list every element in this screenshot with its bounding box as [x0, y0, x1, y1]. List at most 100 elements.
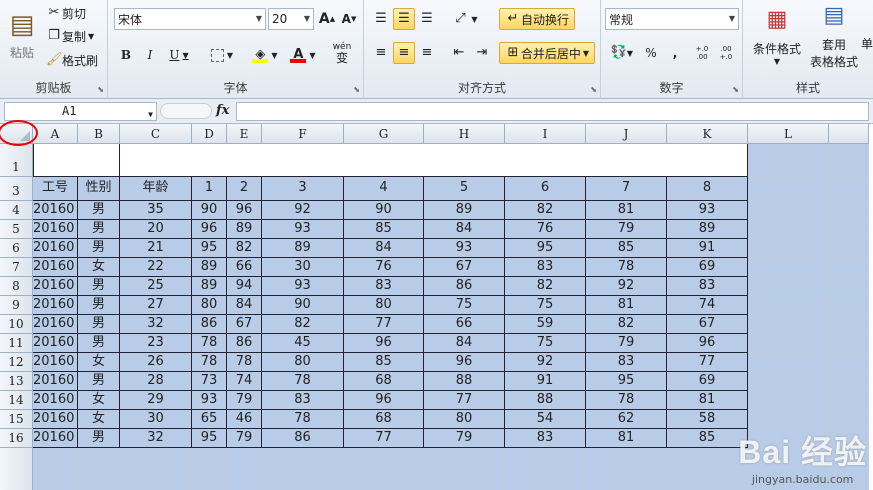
cell-l14[interactable]	[748, 391, 829, 410]
cell-l9[interactable]	[748, 296, 829, 315]
cell-m12[interactable]	[829, 353, 869, 372]
cell-e16[interactable]: 79	[227, 429, 262, 448]
cell-a8[interactable]: 20160	[33, 277, 78, 296]
row-header-12[interactable]: 12	[0, 353, 33, 372]
cell-k1[interactable]	[667, 144, 748, 177]
cell-f13[interactable]: 78	[262, 372, 344, 391]
italic-button[interactable]: I	[140, 44, 160, 66]
cell-i8[interactable]: 82	[505, 277, 586, 296]
cell-a5[interactable]: 20160	[33, 220, 78, 239]
cell-m5[interactable]	[829, 220, 869, 239]
cell-a59[interactable]	[33, 448, 78, 490]
align-right-button[interactable]: ≡	[416, 42, 438, 64]
cell-d9[interactable]: 80	[192, 296, 227, 315]
align-center-button[interactable]: ≡	[393, 42, 415, 64]
align-left-button[interactable]: ≡	[370, 42, 392, 64]
dialog-launcher-icon[interactable]: ⬊	[353, 85, 360, 94]
cell-m10[interactable]	[829, 315, 869, 334]
grow-font-button[interactable]: A ▲	[317, 8, 337, 30]
accounting-button[interactable]: 💱 ▼	[607, 42, 637, 64]
column-header-g[interactable]: G	[344, 124, 424, 144]
cell-b10[interactable]: 男	[78, 315, 120, 334]
cell-f14[interactable]: 83	[262, 391, 344, 410]
cell-d10[interactable]: 86	[192, 315, 227, 334]
cell-m1[interactable]	[829, 144, 869, 177]
row-header-11[interactable]: 11	[0, 334, 33, 353]
cell-b13[interactable]: 男	[78, 372, 120, 391]
cell-h13[interactable]: 88	[424, 372, 505, 391]
row-header-10[interactable]: 10	[0, 315, 33, 334]
cell-j15[interactable]: 62	[586, 410, 667, 429]
cell-b14[interactable]: 女	[78, 391, 120, 410]
cell-j6[interactable]: 85	[586, 239, 667, 258]
cell-l13[interactable]	[748, 372, 829, 391]
cell-a11[interactable]: 20160	[33, 334, 78, 353]
cell-g11[interactable]: 96	[344, 334, 424, 353]
cell-e15[interactable]: 46	[227, 410, 262, 429]
cell-b6[interactable]: 男	[78, 239, 120, 258]
row-header-8[interactable]: 8	[0, 277, 33, 296]
insert-function-button[interactable]: fx	[216, 103, 229, 118]
cell-i15[interactable]: 54	[505, 410, 586, 429]
name-box[interactable]: A1 ▼	[4, 102, 157, 121]
column-header-i[interactable]: I	[505, 124, 586, 144]
row-header-59[interactable]: 59	[0, 448, 33, 490]
cell-l8[interactable]	[748, 277, 829, 296]
cell-g3[interactable]: 4	[344, 177, 424, 201]
cell-d3[interactable]: 1	[192, 177, 227, 201]
dialog-launcher-icon[interactable]: ⬊	[732, 85, 739, 94]
cell-c7[interactable]: 22	[120, 258, 192, 277]
cell-h6[interactable]: 93	[424, 239, 505, 258]
column-header-l[interactable]: L	[748, 124, 829, 144]
copy-button[interactable]: ❐ 复制 ▼	[46, 25, 94, 47]
cell-k5[interactable]: 89	[667, 220, 748, 239]
cell-i11[interactable]: 75	[505, 334, 586, 353]
cell-b8[interactable]: 男	[78, 277, 120, 296]
cell-k12[interactable]: 77	[667, 353, 748, 372]
cell-m13[interactable]	[829, 372, 869, 391]
row-header-9[interactable]: 9	[0, 296, 33, 315]
cell-h7[interactable]: 67	[424, 258, 505, 277]
cell-h8[interactable]: 86	[424, 277, 505, 296]
cell-k6[interactable]: 91	[667, 239, 748, 258]
cell-k59[interactable]	[667, 448, 748, 490]
cell-a3[interactable]: 工号	[33, 177, 78, 201]
cell-j10[interactable]: 82	[586, 315, 667, 334]
format-painter-button[interactable]: 🖌 格式刷	[46, 49, 98, 71]
column-header-b[interactable]: B	[78, 124, 120, 144]
cell-c11[interactable]: 23	[120, 334, 192, 353]
increase-indent-button[interactable]: ⇥	[471, 42, 493, 64]
cell-j7[interactable]: 78	[586, 258, 667, 277]
cell-d59[interactable]	[192, 448, 227, 490]
cell-a15[interactable]: 20160	[33, 410, 78, 429]
cell-e3[interactable]: 2	[227, 177, 262, 201]
cell-l6[interactable]	[748, 239, 829, 258]
cell-m14[interactable]	[829, 391, 869, 410]
cell-f4[interactable]: 92	[262, 201, 344, 220]
dialog-launcher-icon[interactable]: ⬊	[590, 85, 597, 94]
row-header-5[interactable]: 5	[0, 220, 33, 239]
comma-button[interactable]: ,	[665, 42, 685, 64]
paste-button[interactable]: ▤ 粘贴	[4, 4, 40, 66]
cell-b5[interactable]: 男	[78, 220, 120, 239]
cell-b15[interactable]: 女	[78, 410, 120, 429]
cell-h4[interactable]: 89	[424, 201, 505, 220]
cell-f3[interactable]: 3	[262, 177, 344, 201]
cell-k11[interactable]: 96	[667, 334, 748, 353]
column-header-a[interactable]: A	[33, 124, 78, 144]
cell-l3[interactable]	[748, 177, 829, 201]
cell-m6[interactable]	[829, 239, 869, 258]
cell-m4[interactable]	[829, 201, 869, 220]
cell-i6[interactable]: 95	[505, 239, 586, 258]
cell-i10[interactable]: 59	[505, 315, 586, 334]
column-header-k[interactable]: K	[667, 124, 748, 144]
font-color-button[interactable]: A ▼	[286, 44, 320, 66]
cell-e7[interactable]: 66	[227, 258, 262, 277]
cell-a14[interactable]: 20160	[33, 391, 78, 410]
cell-f10[interactable]: 82	[262, 315, 344, 334]
cell-g5[interactable]: 85	[344, 220, 424, 239]
cell-g15[interactable]: 68	[344, 410, 424, 429]
cell-g13[interactable]: 68	[344, 372, 424, 391]
cell-i12[interactable]: 92	[505, 353, 586, 372]
cell-l11[interactable]	[748, 334, 829, 353]
